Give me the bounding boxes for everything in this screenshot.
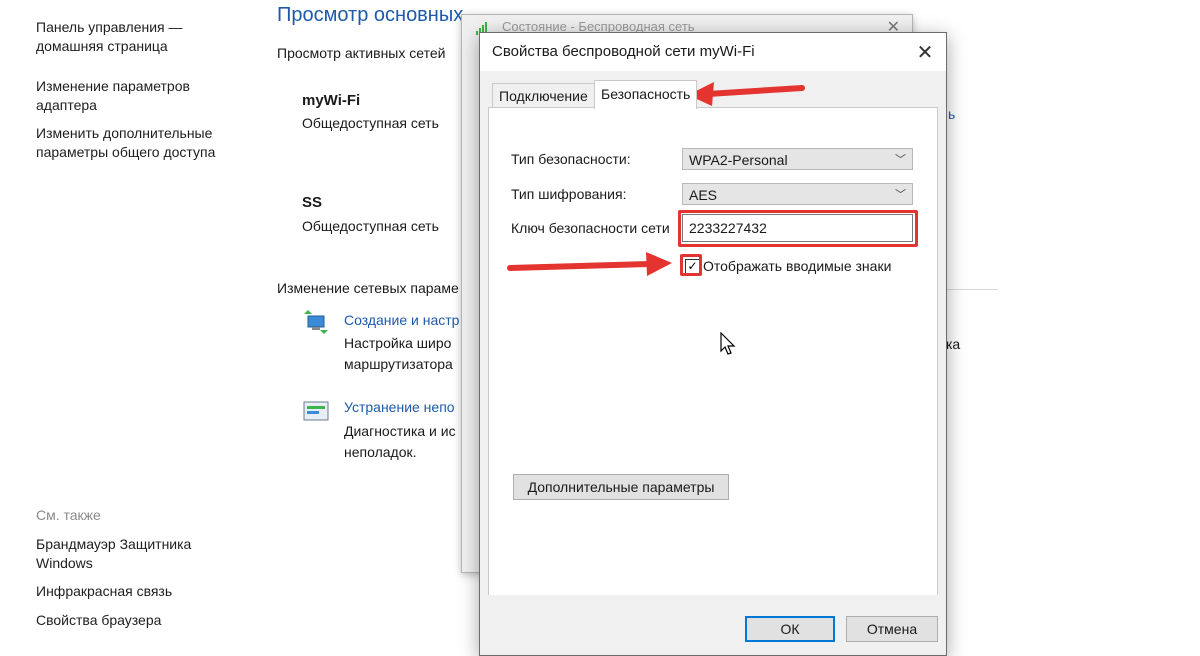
tab-security-label: Безопасность	[601, 86, 691, 102]
arrow-to-checkbox	[507, 252, 672, 276]
mouse-cursor-icon	[720, 332, 736, 355]
tab-security[interactable]: Безопасность	[594, 80, 698, 109]
arrow-to-security-tab	[688, 82, 805, 106]
